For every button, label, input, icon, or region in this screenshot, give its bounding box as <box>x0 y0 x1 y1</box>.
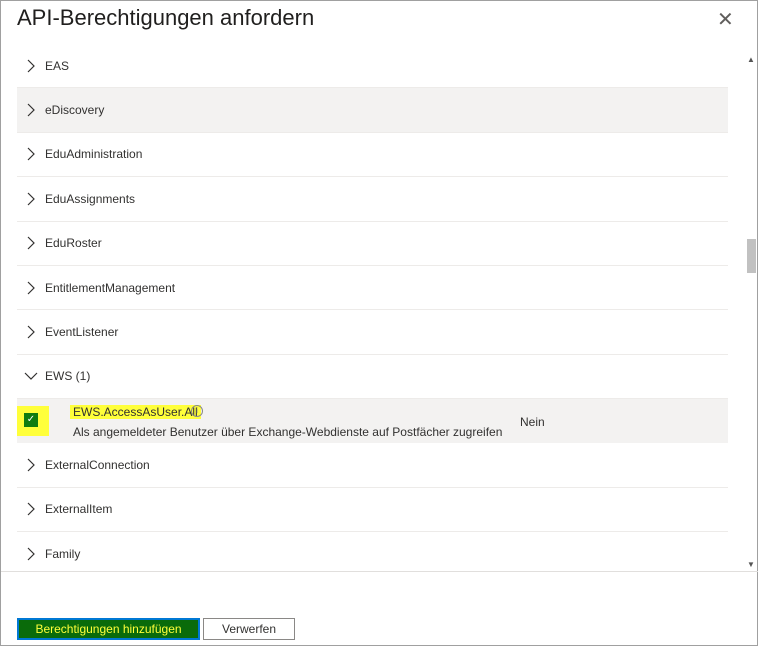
api-name: EduAdministration <box>45 147 143 162</box>
admin-consent-value: Nein <box>520 415 545 430</box>
api-name: EntitlementManagement <box>45 280 176 295</box>
api-list-item[interactable]: EAS <box>17 44 728 89</box>
api-name: Family <box>45 546 81 561</box>
chevron-right-icon[interactable] <box>17 458 45 472</box>
api-name: EWS (1) <box>45 369 91 384</box>
api-list-item[interactable]: eDiscovery <box>17 88 728 133</box>
api-list: EAS eDiscovery EduAdministration EduAssignm… <box>17 44 728 571</box>
add-permissions-button[interactable]: Berechtigungen hinzufügen <box>17 618 200 640</box>
scroll-down-icon[interactable]: ▼ <box>747 560 755 569</box>
chevron-right-icon[interactable] <box>17 147 45 161</box>
footer-divider <box>1 571 758 572</box>
close-icon[interactable]: ✕ <box>717 7 734 32</box>
chevron-right-icon[interactable] <box>17 547 45 561</box>
chevron-right-icon[interactable] <box>17 103 45 117</box>
scrollbar-thumb[interactable] <box>747 239 756 273</box>
scroll-up-icon[interactable]: ▲ <box>747 55 755 64</box>
info-icon[interactable]: i <box>191 405 203 418</box>
scrollbar[interactable]: ▲ ▼ <box>745 53 758 571</box>
permission-row[interactable]: ✓ EWS.AccessAsUser.All i Als angemeldeter B… <box>17 399 728 444</box>
api-list-item[interactable]: ExternalConnection <box>17 443 728 488</box>
chevron-right-icon[interactable] <box>17 502 45 516</box>
chevron-right-icon[interactable] <box>17 325 45 339</box>
api-list-item[interactable]: EventListener <box>17 310 728 355</box>
api-list-item[interactable]: EduAssignments <box>17 177 728 222</box>
permission-name: EWS.AccessAsUser.All <box>70 405 201 420</box>
api-list-item[interactable]: EntitlementManagement <box>17 266 728 311</box>
api-name: EventListener <box>45 325 119 340</box>
chevron-right-icon[interactable] <box>17 192 45 206</box>
permission-description: Als angemeldeter Benutzer über Exchange-… <box>73 425 503 440</box>
api-list-item[interactable]: ExternalItem <box>17 488 728 532</box>
chevron-down-icon[interactable] <box>17 371 45 381</box>
api-name: EduRoster <box>45 236 102 251</box>
api-name: eDiscovery <box>45 103 105 118</box>
chevron-right-icon[interactable] <box>17 236 45 250</box>
discard-button[interactable]: Verwerfen <box>203 618 295 640</box>
chevron-right-icon[interactable] <box>17 281 45 295</box>
dialog-title: API-Berechtigungen anfordern <box>17 5 315 30</box>
api-list-item[interactable]: EWS (1) <box>17 355 728 400</box>
api-name: ExternalConnection <box>45 457 150 472</box>
api-list-item[interactable]: EduRoster <box>17 222 728 266</box>
checkmark-icon: ✓ <box>24 413 38 428</box>
api-list-item[interactable]: Family <box>17 532 728 571</box>
api-name: EduAssignments <box>45 191 136 206</box>
api-name: ExternalItem <box>45 502 113 517</box>
api-name: EAS <box>45 58 70 73</box>
api-list-item[interactable]: EduAdministration <box>17 133 728 178</box>
permission-checkbox[interactable]: ✓ <box>17 406 49 437</box>
chevron-right-icon[interactable] <box>17 59 45 73</box>
